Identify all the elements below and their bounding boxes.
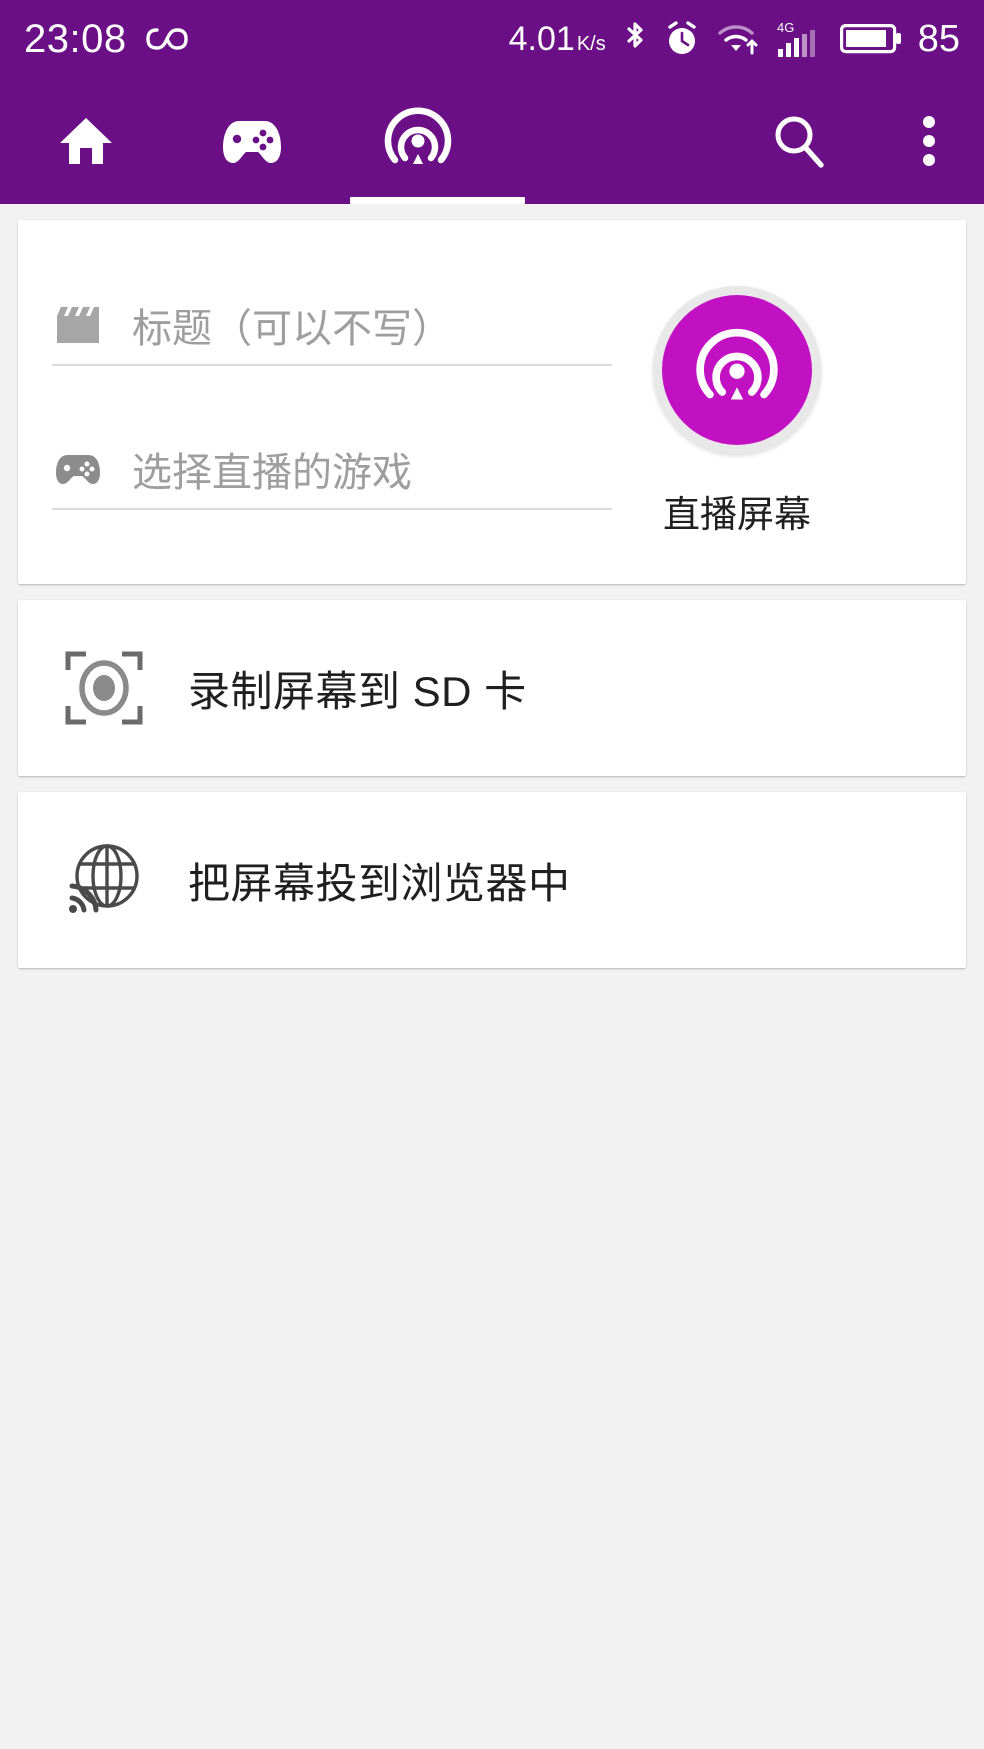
stream-fab-label: 直播屏幕 xyxy=(663,494,811,535)
title-field-group: 标题（可以不写） xyxy=(52,290,612,372)
gamepad-icon xyxy=(52,450,104,488)
cast-to-browser-label: 把屏幕投到浏览器中 xyxy=(188,859,571,907)
start-stream-button[interactable] xyxy=(662,295,812,445)
search-icon xyxy=(769,111,829,171)
status-bar: 23:08 4.01 K/s 4G 85 xyxy=(0,0,984,78)
bluetooth-icon xyxy=(622,19,648,59)
cast-to-browser-card[interactable]: 把屏幕投到浏览器中 xyxy=(18,792,966,968)
title-field-placeholder: 标题（可以不写） xyxy=(132,307,452,351)
main-content: 标题（可以不写） 选择直播的游戏 直播屏幕 录制屏幕到 SD 卡 把屏幕投到浏览… xyxy=(0,220,984,1749)
stream-fab-ring xyxy=(653,286,821,454)
broadcast-icon xyxy=(383,106,453,176)
title-field-underline xyxy=(52,364,612,366)
status-bar-left: 23:08 xyxy=(24,19,189,59)
home-icon xyxy=(55,110,117,172)
game-field-underline xyxy=(52,508,612,510)
network-speed: 4.01 K/s xyxy=(509,20,606,59)
record-to-sd-row[interactable]: 录制屏幕到 SD 卡 xyxy=(18,600,966,776)
tab-broadcast[interactable] xyxy=(332,78,504,204)
overflow-menu-button[interactable] xyxy=(874,78,984,204)
signal-bars-icon: 4G xyxy=(776,19,824,59)
overflow-menu-icon xyxy=(919,110,939,172)
status-bar-right: 4.01 K/s 4G 85 xyxy=(509,18,960,61)
network-speed-unit: K/s xyxy=(576,32,606,55)
status-clock: 23:08 xyxy=(24,17,127,61)
game-field-placeholder: 选择直播的游戏 xyxy=(132,451,412,495)
network-speed-value: 4.01 xyxy=(508,19,575,58)
globe-cast-icon xyxy=(60,838,148,922)
game-field-group: 选择直播的游戏 xyxy=(52,434,612,516)
broadcast-icon xyxy=(694,327,780,413)
battery-icon xyxy=(839,22,902,56)
cast-to-browser-row[interactable]: 把屏幕投到浏览器中 xyxy=(18,792,966,968)
title-input[interactable]: 标题（可以不写） xyxy=(52,290,612,360)
alarm-clock-icon xyxy=(664,20,700,58)
tab-games[interactable] xyxy=(172,78,332,204)
game-select-input[interactable]: 选择直播的游戏 xyxy=(52,434,612,504)
infinity-icon xyxy=(145,24,189,54)
active-tab-indicator xyxy=(350,197,525,204)
tab-home[interactable] xyxy=(0,78,172,204)
clapperboard-icon xyxy=(52,303,104,347)
battery-level: 85 xyxy=(917,17,960,60)
gamepad-icon xyxy=(217,115,287,167)
mobile-network-label: 4G xyxy=(777,20,794,35)
record-to-sd-card[interactable]: 录制屏幕到 SD 卡 xyxy=(18,600,966,776)
record-to-sd-label: 录制屏幕到 SD 卡 xyxy=(188,667,527,715)
stream-fab-group: 直播屏幕 xyxy=(612,272,862,538)
wifi-icon xyxy=(716,21,760,57)
stream-fields: 标题（可以不写） 选择直播的游戏 xyxy=(52,272,612,538)
stream-setup-card: 标题（可以不写） 选择直播的游戏 直播屏幕 xyxy=(18,220,966,584)
search-button[interactable] xyxy=(724,78,874,204)
screen-record-icon xyxy=(60,646,148,730)
app-toolbar xyxy=(0,78,984,204)
